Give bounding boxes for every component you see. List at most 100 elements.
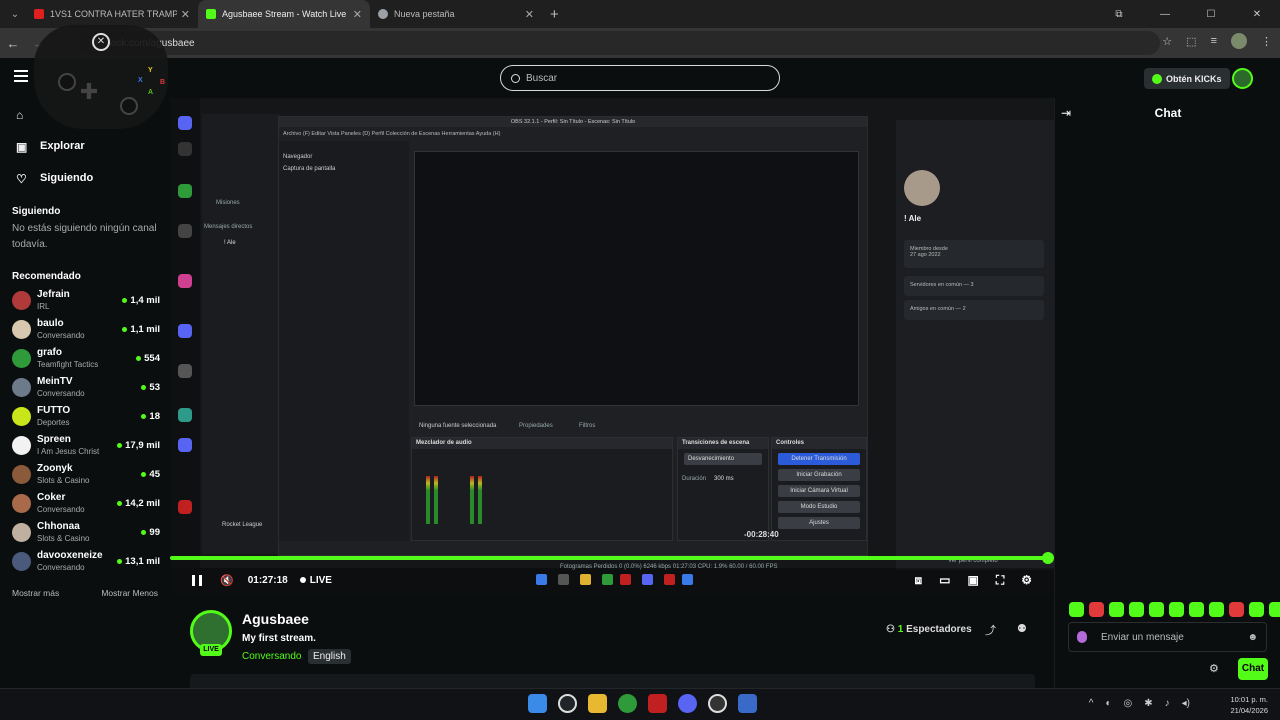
follow-icon[interactable]: ⚉	[1017, 622, 1027, 635]
emote-icon[interactable]	[1249, 602, 1264, 617]
tray-app-icon[interactable]: ◐	[1105, 698, 1111, 709]
emote-icon[interactable]	[1269, 602, 1280, 617]
mute-icon[interactable]: 🔇	[220, 574, 234, 587]
video-player[interactable]: Misiones Mensajes directos ! Ale Rocket …	[170, 98, 1054, 594]
channel-name: FUTTO	[37, 405, 71, 416]
volume-icon[interactable]: ◂)	[1182, 698, 1190, 709]
file-explorer-icon[interactable]	[588, 694, 607, 713]
emoji-icon[interactable]: ☻	[1247, 632, 1258, 643]
recommended-channel[interactable]: grafo Teamfight Tactics 554	[0, 344, 170, 373]
emote-icon[interactable]	[1089, 602, 1104, 617]
sidebar-item-browse[interactable]: ▣ Explorar	[0, 130, 170, 162]
show-less-button[interactable]: Mostrar Menos	[101, 588, 158, 598]
chat-settings-icon[interactable]: ⚙	[1209, 662, 1219, 675]
source-browser: Navegador	[283, 154, 313, 160]
obs-icon[interactable]	[708, 694, 727, 713]
channel-name: grafo	[37, 347, 62, 358]
live-dot-icon	[299, 577, 306, 583]
bookmark-star-icon[interactable]: ☆	[1162, 35, 1172, 48]
share-icon[interactable]: ⤴	[985, 622, 996, 638]
hamburger-menu-icon[interactable]	[14, 70, 28, 85]
tab-label: 1VS1 CONTRA HATER TRAMPO	[50, 9, 177, 19]
microphone-icon[interactable]	[1077, 631, 1087, 643]
fullscreen-icon[interactable]: ⛶	[996, 573, 1004, 588]
recommended-channel[interactable]: FUTTO Deportes 18	[0, 402, 170, 431]
minimize-button[interactable]: —	[1142, 9, 1188, 20]
extensions-icon[interactable]: ⬚	[1186, 35, 1196, 48]
close-tab-icon[interactable]: ✕	[353, 8, 362, 21]
show-more-button[interactable]: Mostrar más	[12, 588, 59, 598]
emote-icon[interactable]	[1149, 602, 1164, 617]
back-button[interactable]: ←	[0, 36, 26, 51]
recommended-channel[interactable]: Chhonaa Slots & Casino 99	[0, 518, 170, 547]
language-tag[interactable]: English	[308, 649, 351, 664]
emote-icon[interactable]	[1169, 602, 1184, 617]
tab-search-button[interactable]: ⌄	[4, 3, 26, 25]
rocket-league-icon[interactable]	[738, 694, 757, 713]
user-avatar[interactable]	[1232, 68, 1253, 89]
tray-app-icon[interactable]: ✱	[1144, 698, 1152, 709]
recommended-channel[interactable]: Spreen I Am Jesus Christ 17,9 mil	[0, 431, 170, 460]
recommended-channel[interactable]: Zoonyk Slots & Casino 45	[0, 460, 170, 489]
emote-icon[interactable]	[1189, 602, 1204, 617]
recommended-channel[interactable]: davooxeneize Conversando 13,1 mil	[0, 547, 170, 576]
recommended-channel[interactable]: Jefrain IRL 1,4 mil	[0, 286, 170, 315]
discord-icon[interactable]	[678, 694, 697, 713]
recommended-channel[interactable]: MeinTV Conversando 53	[0, 373, 170, 402]
progress-knob[interactable]	[1042, 552, 1054, 564]
system-tray: ^ ◐ ◎ ✱ ♪ ◂)	[1089, 698, 1190, 709]
theater-mode-icon[interactable]: ▭	[939, 573, 950, 588]
close-window-button[interactable]: ✕	[1234, 9, 1280, 20]
system-clock[interactable]: 10:01 p. m. 21/04/2026	[1230, 694, 1268, 716]
reading-list-icon[interactable]: ≡	[1211, 35, 1217, 47]
streamer-name[interactable]: Agusbaee	[242, 611, 309, 627]
site-header: Buscar Obtén KICKs	[0, 58, 1280, 98]
browser-menu-icon[interactable]: ⋮	[1261, 35, 1272, 48]
browser-tab-1[interactable]: 1VS1 CONTRA HATER TRAMPO ✕	[26, 0, 198, 28]
get-kicks-button[interactable]: Obtén KICKs	[1144, 68, 1230, 89]
emote-icon[interactable]	[1209, 602, 1224, 617]
search-icon[interactable]	[558, 694, 577, 713]
profile-avatar[interactable]	[1231, 33, 1247, 49]
tray-chevron-icon[interactable]: ^	[1089, 698, 1094, 709]
settings-gear-icon[interactable]: ⚙	[1021, 573, 1032, 588]
recommended-channel[interactable]: baulo Conversando 1,1 mil	[0, 315, 170, 344]
sidebar-item-following[interactable]: ♡ Siguiendo	[0, 162, 170, 194]
server-icon	[178, 408, 192, 422]
tab-label: Nueva pestaña	[394, 9, 455, 19]
browser-tab-3[interactable]: Nueva pestaña ✕	[370, 0, 542, 28]
browser-tab-2[interactable]: Agusbaee Stream - Watch Live ✕	[198, 0, 370, 28]
new-tab-button[interactable]: +	[550, 6, 559, 23]
following-empty-text: No estás siguiendo ningún canal todavía.	[12, 223, 157, 250]
mini-player-icon[interactable]: ⧈	[915, 573, 923, 588]
chat-input[interactable]: Enviar un mensaje ☻	[1068, 622, 1267, 652]
emote-icon[interactable]	[1069, 602, 1084, 617]
recommended-channel[interactable]: Coker Conversando 14,2 mil	[0, 489, 170, 518]
app-icon[interactable]	[648, 694, 667, 713]
stream-category[interactable]: Conversando	[242, 651, 301, 662]
search-input[interactable]: Buscar	[500, 65, 780, 91]
chrome-icon[interactable]	[618, 694, 637, 713]
new-tab-icon	[378, 9, 388, 19]
close-tab-icon[interactable]: ✕	[525, 8, 534, 21]
emote-icon[interactable]	[1229, 602, 1244, 617]
chat-send-button[interactable]: Chat	[1238, 658, 1268, 680]
close-tab-icon[interactable]: ✕	[181, 8, 190, 21]
viewer-count: 1,4 mil	[130, 295, 160, 306]
search-icon	[511, 73, 520, 83]
pause-button[interactable]	[192, 574, 202, 586]
emote-icon[interactable]	[1109, 602, 1124, 617]
windows-start-icon[interactable]	[528, 694, 547, 713]
maximize-button[interactable]: ☐	[1188, 9, 1234, 20]
emote-icon[interactable]	[1129, 602, 1144, 617]
pip-icon[interactable]: ▣	[967, 573, 978, 588]
stream-progress-bar[interactable]	[170, 556, 1048, 560]
dm-title: Mensajes directos	[204, 224, 253, 230]
obs-preview	[414, 151, 859, 406]
microphone-icon[interactable]: ♪	[1165, 698, 1170, 709]
address-bar[interactable]: ⚙ kick.com/agusbaee	[80, 31, 1160, 55]
kicks-coin-icon	[1152, 73, 1162, 84]
live-indicator[interactable]: LIVE	[299, 575, 332, 586]
restore-tabs-icon[interactable]: ⧉	[1096, 9, 1142, 20]
steam-icon[interactable]: ◎	[1124, 698, 1133, 709]
